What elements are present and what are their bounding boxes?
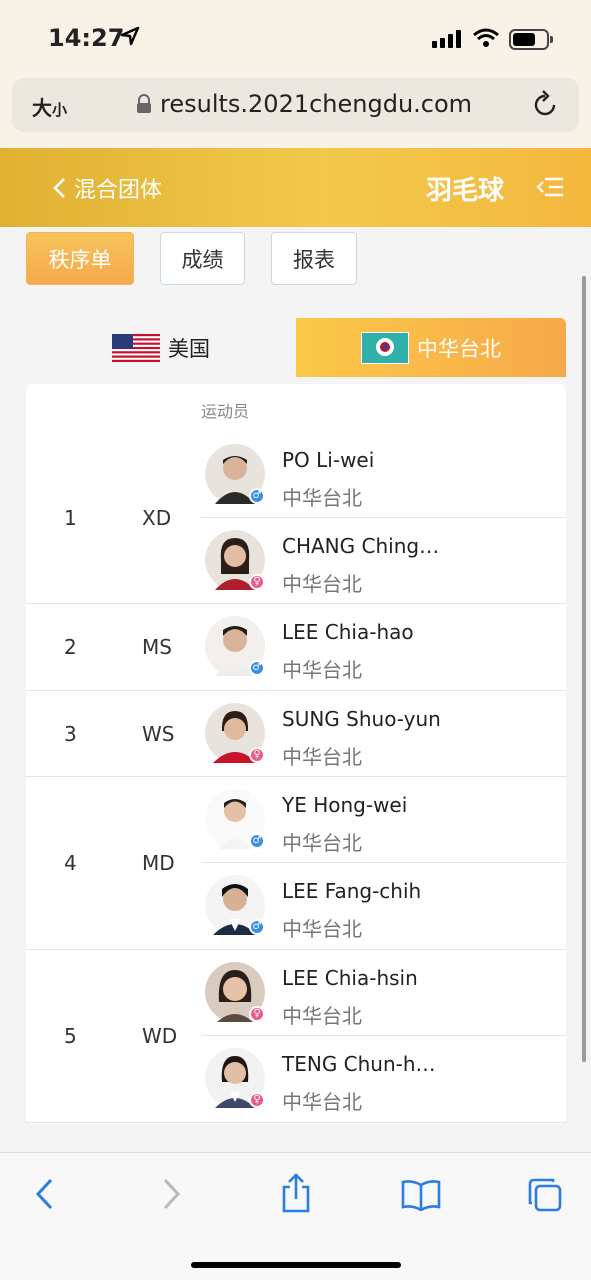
page-header: 混合团体 羽毛球 [0,148,591,227]
chevron-left-icon [53,178,65,198]
sport-title: 羽毛球 [426,176,505,206]
reload-icon[interactable] [532,90,558,118]
browser-address-area: 大小 results.2021chengdu.com [0,78,591,148]
usa-flag-icon [112,333,160,362]
female-icon: ♀ [249,1092,265,1108]
lock-icon [137,94,151,113]
cellular-signal-icon [432,30,461,48]
browser-toolbar [0,1152,591,1280]
male-icon: ♂ [249,919,265,935]
player-name: PO Li-wei [282,448,375,472]
player-entry[interactable]: ♂ LEE Chia-hao 中华台北 [201,604,566,690]
status-bar: 14:27 [0,0,591,78]
lineup-row-5[interactable]: 5 WD ♀ LEE Chia-hsin 中华台北 ♀ TENG Chun-h…… [26,950,566,1123]
column-header-athlete: 运动员 [201,402,250,421]
player-avatar: ♂ [205,789,265,849]
male-icon: ♂ [249,833,265,849]
player-avatar: ♀ [205,962,265,1022]
player-team: 中华台北 [282,486,362,510]
female-icon: ♀ [249,1006,265,1022]
player-name: LEE Fang-chih [282,879,422,903]
event-code: XD [142,506,172,530]
player-entry[interactable]: ♀ SUNG Shuo-yun 中华台北 [201,691,566,777]
player-entry[interactable]: ♀ CHANG Ching… 中华台北 [201,518,566,604]
url-text[interactable]: results.2021chengdu.com [160,90,472,118]
match-number: 1 [64,506,77,530]
male-icon: ♂ [249,488,265,504]
back-button[interactable]: 混合团体 [52,172,162,204]
player-team: 中华台北 [282,572,362,596]
location-arrow-icon [120,26,140,46]
tab-reports[interactable]: 报表 [271,232,357,285]
player-entry[interactable]: ♂ PO Li-wei 中华台北 [201,432,566,518]
match-number: 2 [64,635,77,659]
chinese-taipei-flag-icon [361,331,409,364]
home-indicator [191,1262,401,1268]
forward-arrow-icon[interactable] [162,1177,182,1211]
player-name: LEE Chia-hao [282,620,414,644]
female-icon: ♀ [249,747,265,763]
event-code: MD [142,851,175,875]
lineup-row-4[interactable]: 4 MD ♂ YE Hong-wei 中华台北 ♂ LEE Fang-chih … [26,777,566,950]
wifi-icon [473,28,499,47]
clock: 14:27 [48,24,125,52]
player-team: 中华台北 [282,831,362,855]
player-entry[interactable]: ♀ TENG Chun-h… 中华台北 [201,1036,566,1122]
menu-icon[interactable] [536,176,564,198]
tabs-icon[interactable] [527,1177,563,1213]
player-avatar: ♂ [205,875,265,935]
player-name: YE Hong-wei [282,793,408,817]
lineup-row-2[interactable]: 2 MS ♂ LEE Chia-hao 中华台北 [26,604,566,691]
player-team: 中华台北 [282,658,362,682]
player-entry[interactable]: ♀ LEE Chia-hsin 中华台北 [201,950,566,1036]
player-avatar: ♂ [205,616,265,676]
male-icon: ♂ [249,660,265,676]
back-arrow-icon[interactable] [34,1177,54,1211]
player-avatar: ♀ [205,530,265,590]
text-size-button[interactable]: 大小 [32,92,67,121]
team-switch: 美国 中华台北 [26,318,566,377]
player-avatar: ♂ [205,444,265,504]
back-label: 混合团体 [74,178,163,203]
player-name: TENG Chun-h… [282,1052,436,1076]
bookmarks-icon[interactable] [401,1179,441,1211]
tab-results[interactable]: 成绩 [160,232,245,285]
player-team: 中华台北 [282,745,362,769]
player-team: 中华台北 [282,1004,362,1028]
player-name: LEE Chia-hsin [282,966,418,990]
player-entry[interactable]: ♂ LEE Fang-chih 中华台北 [201,863,566,949]
player-avatar: ♀ [205,1048,265,1108]
match-number: 4 [64,851,77,875]
match-number: 5 [64,1024,77,1048]
event-code: WD [142,1024,178,1048]
team-name-chinese-taipei: 中华台北 [417,336,501,361]
player-avatar: ♀ [205,703,265,763]
player-entry[interactable]: ♂ YE Hong-wei 中华台北 [201,777,566,863]
female-icon: ♀ [249,574,265,590]
player-team: 中华台北 [282,1090,362,1114]
tab-schedule[interactable]: 秩序单 [26,232,134,285]
share-icon[interactable] [280,1173,312,1213]
match-number: 3 [64,722,77,746]
battery-icon [509,29,553,50]
team-tab-chinese-taipei[interactable]: 中华台北 [296,318,566,377]
player-name: SUNG Shuo-yun [282,707,441,731]
team-name-usa: 美国 [168,336,210,361]
lineup-row-1[interactable]: 1 XD ♂ PO Li-wei 中华台北 ♀ CHANG Ching… 中华台… [26,432,566,604]
player-name: CHANG Ching… [282,534,440,558]
scrollbar[interactable] [582,276,586,1062]
event-code: MS [142,635,172,659]
player-team: 中华台北 [282,917,362,941]
event-code: WS [142,722,175,746]
lineup-row-3[interactable]: 3 WS ♀ SUNG Shuo-yun 中华台北 [26,691,566,777]
team-tab-usa[interactable]: 美国 [26,318,296,377]
address-bar[interactable]: 大小 results.2021chengdu.com [12,78,579,132]
lineup-list: 运动员 1 XD ♂ PO Li-wei 中华台北 ♀ CHANG Ching…… [26,384,566,1124]
